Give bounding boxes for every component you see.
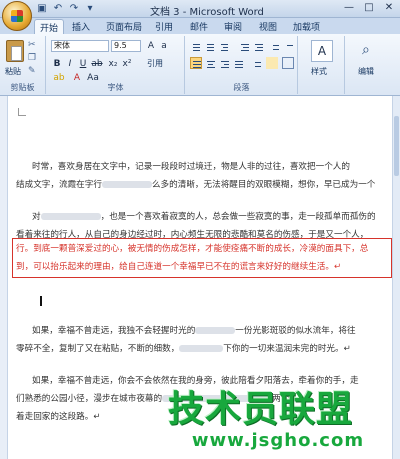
- copy-icon[interactable]: ❐: [28, 53, 36, 63]
- increase-indent-icon[interactable]: [252, 40, 264, 52]
- paragraph-line[interactable]: 时常，喜欢身居在文字中，记录一段段时过境迁，物是人非的过往，喜欢把一个人的: [16, 158, 392, 176]
- paragraph-line[interactable]: 对，也是一个喜欢着寂寞的人，总会做一些寂寞的事，走一段孤单而孤伤的: [16, 208, 392, 226]
- save-icon[interactable]: ▣: [36, 3, 48, 15]
- tab-insert[interactable]: 插入: [72, 20, 90, 33]
- clipboard-group-label: 剪贴板: [10, 83, 35, 92]
- font-size-select[interactable]: 9.5: [111, 40, 141, 52]
- styles-gallery-icon[interactable]: A: [311, 40, 333, 62]
- cut-icon[interactable]: ✂: [28, 40, 36, 50]
- vertical-scrollbar[interactable]: [392, 96, 400, 459]
- paragraph-group-label: 段落: [233, 83, 250, 92]
- redo-icon[interactable]: ↷: [68, 3, 80, 15]
- align-justify-icon[interactable]: [190, 57, 202, 69]
- watermark-title: 技术员联盟: [168, 389, 354, 430]
- tab-page-layout[interactable]: 页面布局: [106, 20, 142, 33]
- paste-label: 粘贴: [5, 67, 21, 76]
- site-watermark: 技术员联盟 www.jsgho.com: [168, 380, 388, 451]
- paragraph-line[interactable]: 如果，幸福不曾走远，我独不会轻握时光的 一份光影斑驳的似水流年，将往: [16, 322, 392, 340]
- watermark-url: www.jsgho.com: [191, 430, 365, 451]
- highlighted-text-line[interactable]: 行。到底一颗普深爱过的心，被无情的伤成怎样，才能使痊痛不断的成长，冷漠的面具下，…: [16, 240, 388, 258]
- grow-font-icon[interactable]: A: [145, 40, 157, 52]
- paragraph-line[interactable]: 零碎不全，复制了又在粘贴，不断的细数， 下你的一切来温润未完的时光。↵: [16, 340, 392, 358]
- tab-mailings[interactable]: 邮件: [190, 20, 208, 33]
- styles-group: A 样式: [299, 36, 345, 94]
- editing-label[interactable]: 编辑: [358, 66, 374, 77]
- shading-icon[interactable]: [266, 57, 278, 69]
- font-name-select[interactable]: 宋体: [51, 40, 109, 52]
- scrollbar-thumb[interactable]: [394, 116, 399, 176]
- align-right-icon[interactable]: [218, 57, 230, 69]
- office-logo-icon: [11, 10, 23, 22]
- text-cursor: [40, 296, 42, 306]
- font-group-label: 字体: [107, 83, 124, 92]
- ribbon-tabs: 开始 插入 页面布局 引用 邮件 审阅 视图 加载项: [0, 18, 400, 35]
- window-controls: — □ ✕: [340, 1, 398, 15]
- align-center-icon[interactable]: [204, 57, 216, 69]
- paragraph-group: 段落: [186, 36, 298, 94]
- highlighted-text-line[interactable]: 到，可以抬乐起来的理由，给自己连道一个幸福早已不在的谎言来好好的继续生活。↵: [16, 258, 388, 276]
- italic-button[interactable]: I: [64, 58, 76, 70]
- office-button[interactable]: [2, 1, 32, 31]
- undo-icon[interactable]: ↶: [52, 3, 64, 15]
- tab-add-ins[interactable]: 加载项: [293, 20, 320, 33]
- bullets-icon[interactable]: [190, 40, 202, 52]
- tab-references[interactable]: 引用: [155, 20, 173, 33]
- borders-icon[interactable]: [282, 57, 294, 69]
- tab-view[interactable]: 视图: [259, 20, 277, 33]
- references-partial-label: 引用: [147, 59, 163, 68]
- styles-label[interactable]: 样式: [311, 66, 327, 77]
- font-group: 宋体 9.5 A a B I U ab x₂ x² 引用 ab A Aa 字体: [47, 36, 185, 94]
- paragraph-line[interactable]: 结成文字，流霞在字行 么多的清晰，无法将醒目的双眼模糊，想你，早已成为一个: [16, 176, 392, 194]
- quick-access-toolbar: ▣ ↶ ↷ ▾: [36, 3, 96, 15]
- distributed-icon[interactable]: [232, 57, 244, 69]
- close-button[interactable]: ✕: [380, 1, 398, 15]
- window-title: 文档 3 - Microsoft Word: [150, 7, 264, 18]
- ribbon: 粘贴 ✂ ❐ ✎ 剪贴板 宋体 9.5 A a B I U ab x₂ x² 引…: [0, 34, 400, 96]
- clipboard-group: 粘贴 ✂ ❐ ✎ 剪贴板: [0, 36, 46, 94]
- find-icon[interactable]: ⌕: [362, 42, 370, 58]
- shrink-font-icon[interactable]: a: [158, 40, 170, 52]
- title-bar: ▣ ↶ ↷ ▾ 文档 3 - Microsoft Word — □ ✕: [0, 0, 400, 18]
- subscript-button[interactable]: x₂: [107, 58, 119, 70]
- underline-button[interactable]: U: [77, 58, 89, 70]
- vertical-ruler: [0, 96, 8, 459]
- editing-group: ⌕ 编辑: [346, 36, 396, 94]
- show-marks-icon[interactable]: [284, 40, 296, 52]
- margin-corner-mark: [18, 108, 26, 116]
- maximize-button[interactable]: □: [360, 1, 378, 15]
- tab-home[interactable]: 开始: [34, 19, 65, 35]
- sort-icon[interactable]: [270, 40, 282, 52]
- multilevel-list-icon[interactable]: [218, 40, 230, 52]
- format-painter-icon[interactable]: ✎: [28, 66, 36, 76]
- line-spacing-icon[interactable]: [250, 57, 262, 69]
- minimize-button[interactable]: —: [340, 1, 358, 15]
- dropdown-icon[interactable]: ▾: [84, 3, 96, 15]
- tab-review[interactable]: 审阅: [224, 20, 242, 33]
- superscript-button[interactable]: x²: [121, 58, 133, 70]
- bold-button[interactable]: B: [51, 58, 63, 70]
- paste-icon[interactable]: [6, 40, 24, 62]
- strikethrough-button[interactable]: ab: [91, 58, 103, 70]
- decrease-indent-icon[interactable]: [238, 40, 250, 52]
- numbering-icon[interactable]: [204, 40, 216, 52]
